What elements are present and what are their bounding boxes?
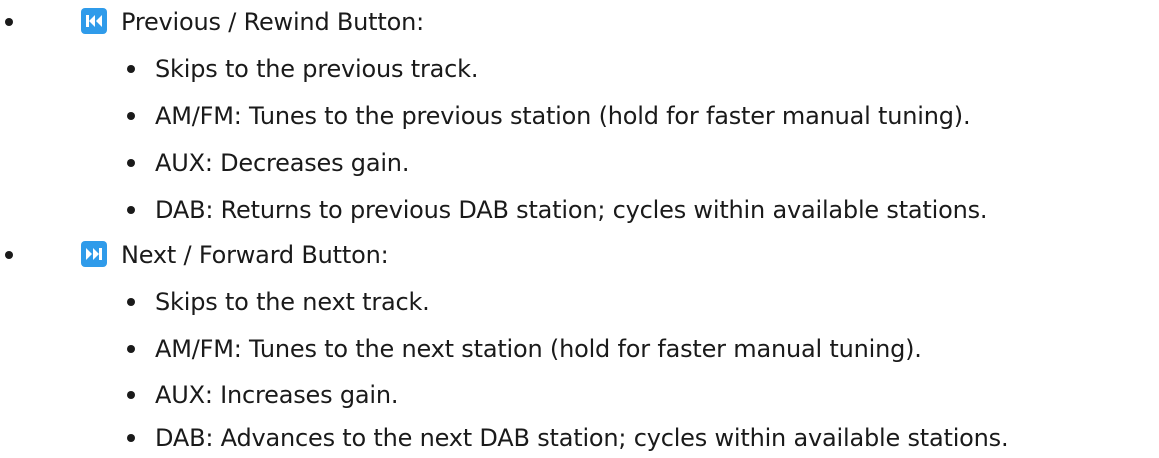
sub-item-text: Skips to the previous track. (155, 55, 479, 83)
sub-item: Skips to the next track. (127, 282, 430, 322)
sub-item-text: AUX: Increases gain. (155, 381, 399, 409)
bullet-dot (5, 18, 13, 26)
sub-item-text: AM/FM: Tunes to the next station (hold f… (155, 335, 922, 363)
document-body: Previous / Rewind Button: Skips to the p… (0, 0, 1159, 457)
sub-item-text: AUX: Decreases gain. (155, 149, 410, 177)
sub-item-text: DAB: Advances to the next DAB station; c… (155, 424, 1009, 452)
skip-previous-icon (81, 8, 107, 34)
bullet-dot (127, 298, 135, 306)
sub-item: AUX: Decreases gain. (127, 143, 410, 183)
sub-item-text: Skips to the next track. (155, 288, 430, 316)
bullet-dot (127, 112, 135, 120)
bullet-item-previous-button: Previous / Rewind Button: (5, 2, 424, 42)
sub-item-text: DAB: Returns to previous DAB station; cy… (155, 196, 988, 224)
bullet-dot (127, 159, 135, 167)
bullet-dot (127, 65, 135, 73)
bullet-dot (127, 391, 135, 399)
section-heading: Next / Forward Button: (121, 241, 389, 269)
bullet-dot (5, 251, 13, 259)
sub-item: DAB: Advances to the next DAB station; c… (127, 418, 1009, 458)
bullet-dot (127, 345, 135, 353)
sub-item-text: AM/FM: Tunes to the previous station (ho… (155, 102, 971, 130)
sub-item: AUX: Increases gain. (127, 375, 399, 415)
sub-item: DAB: Returns to previous DAB station; cy… (127, 190, 988, 230)
sub-item: AM/FM: Tunes to the previous station (ho… (127, 96, 971, 136)
bullet-dot (127, 434, 135, 442)
bullet-item-next-button: Next / Forward Button: (5, 235, 389, 275)
skip-next-icon (81, 241, 107, 267)
sub-item: AM/FM: Tunes to the next station (hold f… (127, 329, 922, 369)
section-heading: Previous / Rewind Button: (121, 8, 424, 36)
bullet-dot (127, 206, 135, 214)
sub-item: Skips to the previous track. (127, 49, 479, 89)
